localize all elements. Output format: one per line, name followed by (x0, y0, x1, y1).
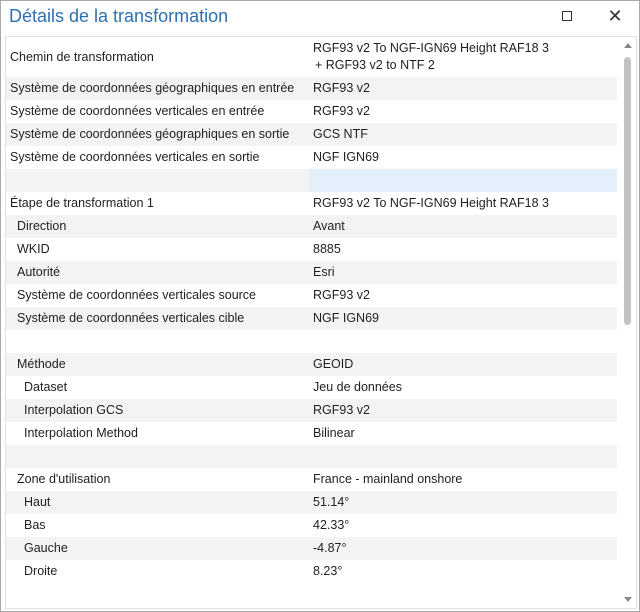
row-label: Interpolation Method (24, 426, 138, 440)
row-label: Système de coordonnées verticales cible (17, 311, 245, 325)
maximize-button[interactable] (544, 2, 590, 30)
row-value: Esri (313, 265, 335, 279)
row-value: 51.14° (313, 495, 350, 509)
row-label: Système de coordonnées verticales en ent… (10, 104, 265, 118)
row-value: RGF93 v2 (313, 104, 370, 118)
row-transformation-path[interactable]: Chemin de transformation RGF93 v2 To NGF… (6, 37, 617, 77)
row-label: Bas (24, 518, 46, 532)
close-icon: ✕ (607, 6, 623, 26)
row-label: Méthode (17, 357, 66, 371)
row-left[interactable]: Gauche -4.87° (6, 537, 617, 560)
close-button[interactable]: ✕ (592, 2, 638, 30)
row-dataset[interactable]: Dataset Jeu de données (6, 376, 617, 399)
row-value: -4.87° (313, 541, 347, 555)
row-value: GCS NTF (313, 127, 368, 141)
row-label: Chemin de transformation (10, 50, 154, 64)
row-top[interactable]: Haut 51.14° (6, 491, 617, 514)
row-bottom[interactable]: Bas 42.33° (6, 514, 617, 537)
row-label: Droite (24, 564, 58, 578)
window-title: Détails de la transformation (9, 6, 229, 26)
row-value: 8.23° (313, 564, 343, 578)
row-label: WKID (17, 242, 50, 256)
row-label: Zone d'utilisation (17, 472, 111, 486)
row-label: Système de coordonnées géographiques en … (10, 127, 290, 141)
scroll-down-button[interactable] (619, 591, 636, 608)
row-output-geographic-cs[interactable]: Système de coordonnées géographiques en … (6, 123, 617, 146)
row-value: NGF IGN69 (313, 150, 379, 164)
row-value: 42.33° (313, 518, 350, 532)
row-label: Étape de transformation 1 (10, 196, 154, 210)
row-value: France - mainland onshore (313, 472, 463, 486)
scrollbar-thumb[interactable] (624, 57, 631, 325)
row-value: 8885 (313, 242, 341, 256)
row-value: Bilinear (313, 426, 355, 440)
row-direction[interactable]: Direction Avant (6, 215, 617, 238)
details-panel[interactable]: Chemin de transformation RGF93 v2 To NGF… (5, 36, 637, 609)
details-list: Chemin de transformation RGF93 v2 To NGF… (6, 37, 617, 583)
chevron-up-icon (623, 43, 632, 48)
row-value: GEOID (313, 357, 354, 371)
row-label: Interpolation GCS (24, 403, 124, 417)
row-authority[interactable]: Autorité Esri (6, 261, 617, 284)
row-value: Avant (313, 219, 345, 233)
row-label: Haut (24, 495, 51, 509)
title-bar: Détails de la transformation ✕ (1, 1, 639, 33)
transformation-details-window: Détails de la transformation ✕ Chemin de… (0, 0, 640, 612)
row-value: Jeu de données (313, 380, 402, 394)
row-value-line-2: + RGF93 v2 to NTF 2 (315, 58, 435, 72)
row-value: RGF93 v2 (313, 288, 370, 302)
row-blank-selected[interactable] (6, 169, 617, 192)
row-label: Direction (17, 219, 67, 233)
row-wkid[interactable]: WKID 8885 (6, 238, 617, 261)
row-value-line-1: RGF93 v2 To NGF-IGN69 Height RAF18 3 (313, 41, 549, 55)
row-method[interactable]: Méthode GEOID (6, 353, 617, 376)
row-interpolation-gcs[interactable]: Interpolation GCS RGF93 v2 (6, 399, 617, 422)
row-label: Dataset (24, 380, 68, 394)
row-value-empty (309, 169, 617, 192)
vertical-scrollbar[interactable] (619, 37, 636, 608)
row-blank (6, 330, 617, 353)
row-value: RGF93 v2 (313, 403, 370, 417)
maximize-icon (562, 11, 572, 21)
row-target-vertical-cs[interactable]: Système de coordonnées verticales cible … (6, 307, 617, 330)
row-input-vertical-cs[interactable]: Système de coordonnées verticales en ent… (6, 100, 617, 123)
row-input-geographic-cs[interactable]: Système de coordonnées géographiques en … (6, 77, 617, 100)
row-label: Système de coordonnées verticales source (17, 288, 257, 302)
row-value: NGF IGN69 (313, 311, 379, 325)
row-label: Système de coordonnées géographiques en … (10, 81, 295, 95)
row-output-vertical-cs[interactable]: Système de coordonnées verticales en sor… (6, 146, 617, 169)
row-label: Autorité (17, 265, 61, 279)
row-source-vertical-cs[interactable]: Système de coordonnées verticales source… (6, 284, 617, 307)
row-right[interactable]: Droite 8.23° (6, 560, 617, 583)
row-interpolation-method[interactable]: Interpolation Method Bilinear (6, 422, 617, 445)
row-area-of-use[interactable]: Zone d'utilisation France - mainland ons… (6, 468, 617, 491)
row-blank (6, 445, 617, 468)
row-value: RGF93 v2 (313, 81, 370, 95)
row-label: Gauche (24, 541, 68, 555)
chevron-down-icon (623, 597, 632, 602)
scroll-up-button[interactable] (619, 37, 636, 54)
row-value: RGF93 v2 To NGF-IGN69 Height RAF18 3 (313, 196, 549, 210)
row-transformation-step[interactable]: Étape de transformation 1 RGF93 v2 To NG… (6, 192, 617, 215)
row-value: RGF93 v2 To NGF-IGN69 Height RAF18 3 + R… (309, 37, 617, 77)
row-label: Système de coordonnées verticales en sor… (10, 150, 260, 164)
